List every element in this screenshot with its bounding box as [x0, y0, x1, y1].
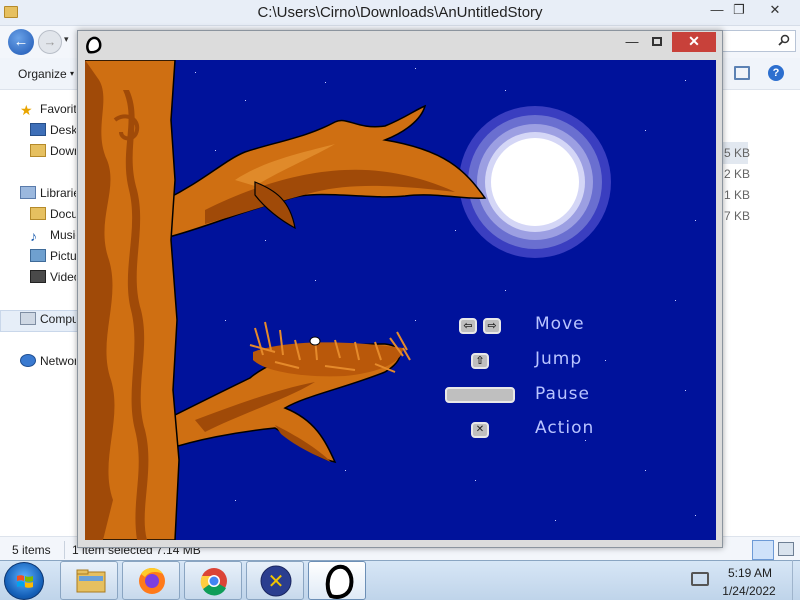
- night-scene: [85, 60, 716, 540]
- file-size: 2 KB: [723, 167, 750, 181]
- music-icon: ♪: [30, 228, 37, 244]
- game-window: — ✕ ⇦ ⇨ Move ⇧ Jump Pause ✕ Action: [77, 30, 723, 548]
- computer-icon: [20, 312, 36, 325]
- x-app-icon: ✕: [260, 565, 292, 597]
- right-arrow-key-icon: ⇨: [483, 318, 501, 334]
- up-arrow-key-icon: ⇧: [471, 353, 489, 369]
- folder-icon: [30, 144, 46, 157]
- show-desktop-button[interactable]: [792, 560, 800, 600]
- taskbar-app-x[interactable]: ✕: [246, 561, 304, 600]
- nav-item-computer[interactable]: Computer: [20, 312, 76, 330]
- action-label: Action: [535, 418, 595, 438]
- taskbar-app-firefox[interactable]: [122, 561, 180, 600]
- history-dropdown-icon[interactable]: ▾: [64, 34, 69, 45]
- videos-icon: [30, 270, 46, 283]
- explorer-title: C:\Users\Cirno\Downloads\AnUntitledStory: [257, 4, 543, 21]
- nav-item-favorites[interactable]: ★Favorites: [20, 102, 76, 120]
- library-icon: [20, 186, 36, 199]
- taskbar-app-chrome[interactable]: [184, 561, 242, 600]
- nav-item-pictures[interactable]: Pictures: [30, 249, 76, 267]
- nav-item-documents[interactable]: Documents: [30, 207, 76, 225]
- taskbar: ✕: [0, 560, 800, 600]
- windows-logo-icon: [17, 575, 33, 588]
- close-button[interactable]: ✕: [672, 32, 716, 52]
- desktop-icon: [30, 123, 46, 136]
- player-character: [309, 336, 321, 346]
- close-button[interactable]: ✕: [760, 0, 790, 22]
- file-size: 5 KB: [723, 146, 750, 160]
- status-divider: [64, 541, 65, 559]
- maximize-button[interactable]: ❐: [724, 0, 754, 22]
- moon: [459, 106, 611, 258]
- nav-item-libraries[interactable]: Libraries: [20, 186, 76, 204]
- organize-menu[interactable]: Organize: [18, 67, 67, 81]
- clock-time[interactable]: 5:19 AM: [724, 566, 776, 580]
- chevron-down-icon[interactable]: ▾: [70, 69, 74, 78]
- blob-icon: [325, 564, 354, 599]
- preview-pane-icon[interactable]: [734, 66, 750, 80]
- action-center-icon[interactable]: [691, 572, 709, 586]
- file-size: 7 KB: [723, 209, 750, 223]
- start-button[interactable]: [4, 562, 44, 600]
- nav-item-desktop[interactable]: Desktop: [30, 123, 76, 141]
- chrome-icon: [200, 568, 227, 596]
- tree-trunk: [85, 60, 180, 540]
- file-size: 1 KB: [723, 188, 750, 202]
- nav-item-music[interactable]: ♪Music: [30, 228, 76, 246]
- firefox-icon: [139, 568, 165, 594]
- space-bar-key-icon: [445, 387, 515, 403]
- search-input[interactable]: [722, 30, 796, 52]
- clock-date[interactable]: 1/24/2022: [718, 584, 780, 598]
- svg-text:✕: ✕: [268, 569, 285, 593]
- navigation-pane: ★Favorites Desktop Downloads Libraries D…: [0, 90, 80, 530]
- details-view-icon[interactable]: [752, 540, 774, 560]
- star-icon: ★: [20, 102, 33, 118]
- nav-item-videos[interactable]: Videos: [30, 270, 76, 288]
- game-titlebar[interactable]: — ✕: [78, 31, 722, 59]
- back-button[interactable]: ←: [8, 29, 34, 55]
- help-icon[interactable]: ?: [768, 65, 784, 81]
- forward-button[interactable]: →: [38, 30, 62, 54]
- search-icon[interactable]: [778, 34, 790, 46]
- maximize-button[interactable]: [652, 37, 662, 46]
- folder-icon: [76, 569, 106, 593]
- item-count: 5 items: [12, 543, 51, 557]
- blob-icon: [86, 36, 102, 54]
- nav-item-downloads[interactable]: Downloads: [30, 144, 76, 162]
- taskbar-app-explorer[interactable]: [60, 561, 118, 600]
- network-icon: [20, 354, 36, 367]
- left-arrow-key-icon: ⇦: [459, 318, 477, 334]
- jump-label: Jump: [535, 349, 583, 369]
- explorer-titlebar[interactable]: C:\Users\Cirno\Downloads\AnUntitledStory…: [0, 0, 800, 26]
- document-icon: [30, 207, 46, 220]
- x-key-icon: ✕: [471, 422, 489, 438]
- game-canvas[interactable]: ⇦ ⇨ Move ⇧ Jump Pause ✕ Action: [85, 60, 716, 540]
- nav-item-network[interactable]: Network: [20, 354, 76, 372]
- pictures-icon: [30, 249, 46, 262]
- pause-label: Pause: [535, 384, 590, 404]
- move-label: Move: [535, 314, 585, 334]
- minimize-button[interactable]: —: [624, 35, 640, 51]
- taskbar-app-an-untitled-story[interactable]: [308, 561, 366, 600]
- large-icons-view-icon[interactable]: [778, 542, 794, 556]
